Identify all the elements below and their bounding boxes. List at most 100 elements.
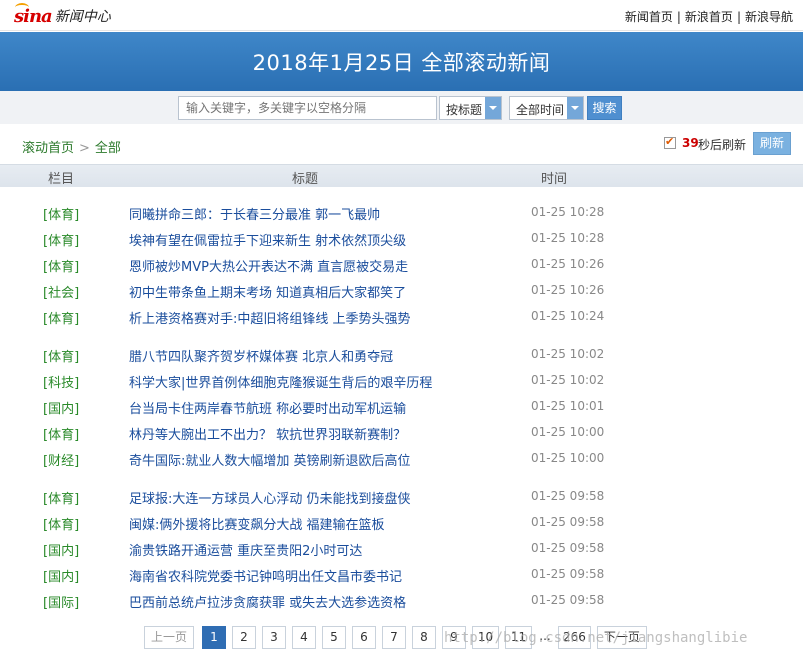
page-button[interactable]: 2 (232, 626, 256, 649)
chevron-down-icon (567, 97, 583, 119)
time-range-select[interactable]: 全部时间 (509, 96, 584, 120)
search-button[interactable]: 搜索 (587, 96, 622, 120)
news-row: [体育] 埃神有望在佩雷拉手下迎来新生 射术依然顶尖级 01-25 10:28 (0, 225, 803, 251)
column-header-category: 栏目 (48, 172, 75, 187)
news-title-link[interactable]: 渝贵铁路开通运营 重庆至贵阳2小时可达 (129, 540, 362, 559)
last-page-button[interactable]: 266 (558, 626, 591, 649)
news-category-link[interactable]: [体育] (43, 488, 79, 507)
breadcrumb: 滚动首页 > 全部 (22, 137, 121, 156)
news-title-link[interactable]: 析上港资格赛对手:中超旧将组锋线 上季势头强势 (129, 308, 411, 327)
news-category-link[interactable]: [国内] (43, 566, 79, 585)
news-row: [体育] 同曦拼命三郎：于长春三分最准 郭一飞最帅 01-25 10:28 (0, 199, 803, 225)
news-time: 01-25 10:02 (531, 347, 605, 361)
pagination: 上一页 1 2 3 4 5 6 7 8 9 10 11... 266 下一页 (144, 626, 653, 649)
link-news-home[interactable]: 新闻首页 (625, 10, 673, 24)
page-button[interactable]: 10 (472, 626, 499, 649)
breadcrumb-current[interactable]: 全部 (95, 141, 121, 156)
news-row: [国内] 海南省农科院党委书记钟鸣明出任文昌市委书记 01-25 09:58 (0, 561, 803, 587)
link-sina-nav[interactable]: 新浪导航 (745, 10, 793, 24)
search-bar: 按标题 全部时间 搜索 (0, 91, 803, 124)
column-header-title: 标题 (292, 172, 319, 187)
page-button[interactable]: 11 (505, 626, 532, 649)
top-links: 新闻首页 | 新浪首页 | 新浪导航 (625, 8, 793, 25)
news-row: [体育] 闽媒:俩外援将比赛变飙分大战 福建输在篮板 01-25 09:58 (0, 509, 803, 535)
news-row: [体育] 腊八节四队聚齐贺岁杯媒体赛 北京人和勇夺冠 01-25 10:02 (0, 341, 803, 367)
next-page-button[interactable]: 下一页 (596, 626, 647, 649)
news-category-link[interactable]: [体育] (43, 308, 79, 327)
news-row: [社会] 初中生带条鱼上期末考场 知道真相后大家都笑了 01-25 10:26 (0, 277, 803, 303)
news-category-link[interactable]: [国内] (43, 398, 79, 417)
news-title-link[interactable]: 巴西前总统卢拉涉贪腐获罪 或失去大选参选资格 (129, 592, 406, 611)
column-header-time: 时间 (541, 172, 568, 187)
news-title-link[interactable]: 足球报:大连一方球员人心浮动 仍未能找到接盘侠 (129, 488, 411, 507)
page-title: 2018年1月25日 全部滚动新闻 (252, 51, 551, 75)
news-title-link[interactable]: 海南省农科院党委书记钟鸣明出任文昌市委书记 (129, 566, 402, 585)
refresh-countdown-label: 秒后刷新 (698, 138, 747, 152)
news-time: 01-25 10:24 (531, 309, 605, 323)
news-category-link[interactable]: [国内] (43, 540, 79, 559)
page-button[interactable]: 1 (202, 626, 226, 649)
refresh-countdown: 39 (682, 136, 699, 150)
news-group: [体育] 腊八节四队聚齐贺岁杯媒体赛 北京人和勇夺冠 01-25 10:02 [科技]… (0, 341, 803, 471)
search-input[interactable] (178, 96, 437, 120)
news-row: [体育] 足球报:大连一方球员人心浮动 仍未能找到接盘侠 01-25 09:58 (0, 483, 803, 509)
news-title-link[interactable]: 奇牛国际:就业人数大幅增加 英镑刷新退欧后高位 (129, 450, 411, 469)
news-title-link[interactable]: 台当局卡住两岸春节航班 称必要时出动军机运输 (129, 398, 406, 417)
news-time: 01-25 09:58 (531, 593, 605, 607)
sina-logo[interactable]: sina 新闻中心 (14, 2, 111, 27)
news-row: [体育] 析上港资格赛对手:中超旧将组锋线 上季势头强势 01-25 10:24 (0, 303, 803, 329)
page-button[interactable]: 9 (442, 626, 466, 649)
news-title-link[interactable]: 林丹等大腕出工不出力？ 软抗世界羽联新赛制？ (129, 424, 406, 443)
news-category-link[interactable]: [体育] (43, 424, 79, 443)
chevron-down-icon (485, 97, 501, 119)
news-title-link[interactable]: 科学大家|世界首例体细胞克隆猴诞生背后的艰辛历程 (129, 372, 432, 391)
news-time: 01-25 10:26 (531, 283, 605, 297)
page-button[interactable]: 6 (352, 626, 376, 649)
page-button[interactable]: 7 (382, 626, 406, 649)
news-group: [体育] 足球报:大连一方球员人心浮动 仍未能找到接盘侠 01-25 09:58 [体… (0, 483, 803, 613)
news-time: 01-25 10:01 (531, 399, 605, 413)
news-row: [财经] 奇牛国际:就业人数大幅增加 英镑刷新退欧后高位 01-25 10:00 (0, 445, 803, 471)
breadcrumb-home-link[interactable]: 滚动首页 (22, 141, 74, 156)
news-time: 01-25 09:58 (531, 515, 605, 529)
news-category-link[interactable]: [社会] (43, 282, 79, 301)
news-title-link[interactable]: 恩师被炒MVP大热公开表达不满 直言愿被交易走 (129, 256, 408, 275)
news-center-logo-text: 新闻中心 (54, 9, 111, 25)
news-title-link[interactable]: 腊八节四队聚齐贺岁杯媒体赛 北京人和勇夺冠 (129, 346, 393, 365)
news-title-link[interactable]: 初中生带条鱼上期末考场 知道真相后大家都笑了 (129, 282, 406, 301)
page-button[interactable]: 3 (262, 626, 286, 649)
news-category-link[interactable]: [体育] (43, 256, 79, 275)
news-category-link[interactable]: [体育] (43, 230, 79, 249)
news-category-link[interactable]: [体育] (43, 514, 79, 533)
search-type-value: 按标题 (446, 103, 483, 117)
news-time: 01-25 09:58 (531, 489, 605, 503)
page-button[interactable]: 5 (322, 626, 346, 649)
page-button[interactable]: 8 (412, 626, 436, 649)
news-row: [科技] 科学大家|世界首例体细胞克隆猴诞生背后的艰辛历程 01-25 10:02 (0, 367, 803, 393)
auto-refresh-checkbox[interactable] (664, 135, 676, 149)
refresh-button[interactable]: 刷新 (753, 132, 791, 155)
news-category-link[interactable]: [科技] (43, 372, 79, 391)
news-category-link[interactable]: [财经] (43, 450, 79, 469)
link-separator: | (676, 10, 681, 24)
sina-logo-mark: sina (14, 2, 53, 27)
news-time: 01-25 09:58 (531, 541, 605, 555)
search-type-select[interactable]: 按标题 (439, 96, 502, 120)
link-sina-home[interactable]: 新浪首页 (685, 10, 733, 24)
news-row: [体育] 林丹等大腕出工不出力？ 软抗世界羽联新赛制？ 01-25 10:00 (0, 419, 803, 445)
news-group: [体育] 同曦拼命三郎：于长春三分最准 郭一飞最帅 01-25 10:28 [体育] 埃… (0, 199, 803, 329)
news-title-link[interactable]: 埃神有望在佩雷拉手下迎来新生 射术依然顶尖级 (129, 230, 406, 249)
news-title-link[interactable]: 闽媒:俩外援将比赛变飙分大战 福建输在篮板 (129, 514, 385, 533)
news-row: [国内] 渝贵铁路开通运营 重庆至贵阳2小时可达 01-25 09:58 (0, 535, 803, 561)
link-separator: | (736, 10, 741, 24)
news-row: [国际] 巴西前总统卢拉涉贪腐获罪 或失去大选参选资格 01-25 09:58 (0, 587, 803, 613)
news-time: 01-25 10:28 (531, 205, 605, 219)
prev-page-button[interactable]: 上一页 (144, 626, 194, 649)
news-row: [国内] 台当局卡住两岸春节航班 称必要时出动军机运输 01-25 10:01 (0, 393, 803, 419)
news-title-link[interactable]: 同曦拼命三郎：于长春三分最准 郭一飞最帅 (129, 204, 380, 223)
news-category-link[interactable]: [体育] (43, 204, 79, 223)
news-category-link[interactable]: [体育] (43, 346, 79, 365)
breadcrumb-separator: > (79, 141, 90, 156)
page-button[interactable]: 4 (292, 626, 316, 649)
news-category-link[interactable]: [国际] (43, 592, 79, 611)
